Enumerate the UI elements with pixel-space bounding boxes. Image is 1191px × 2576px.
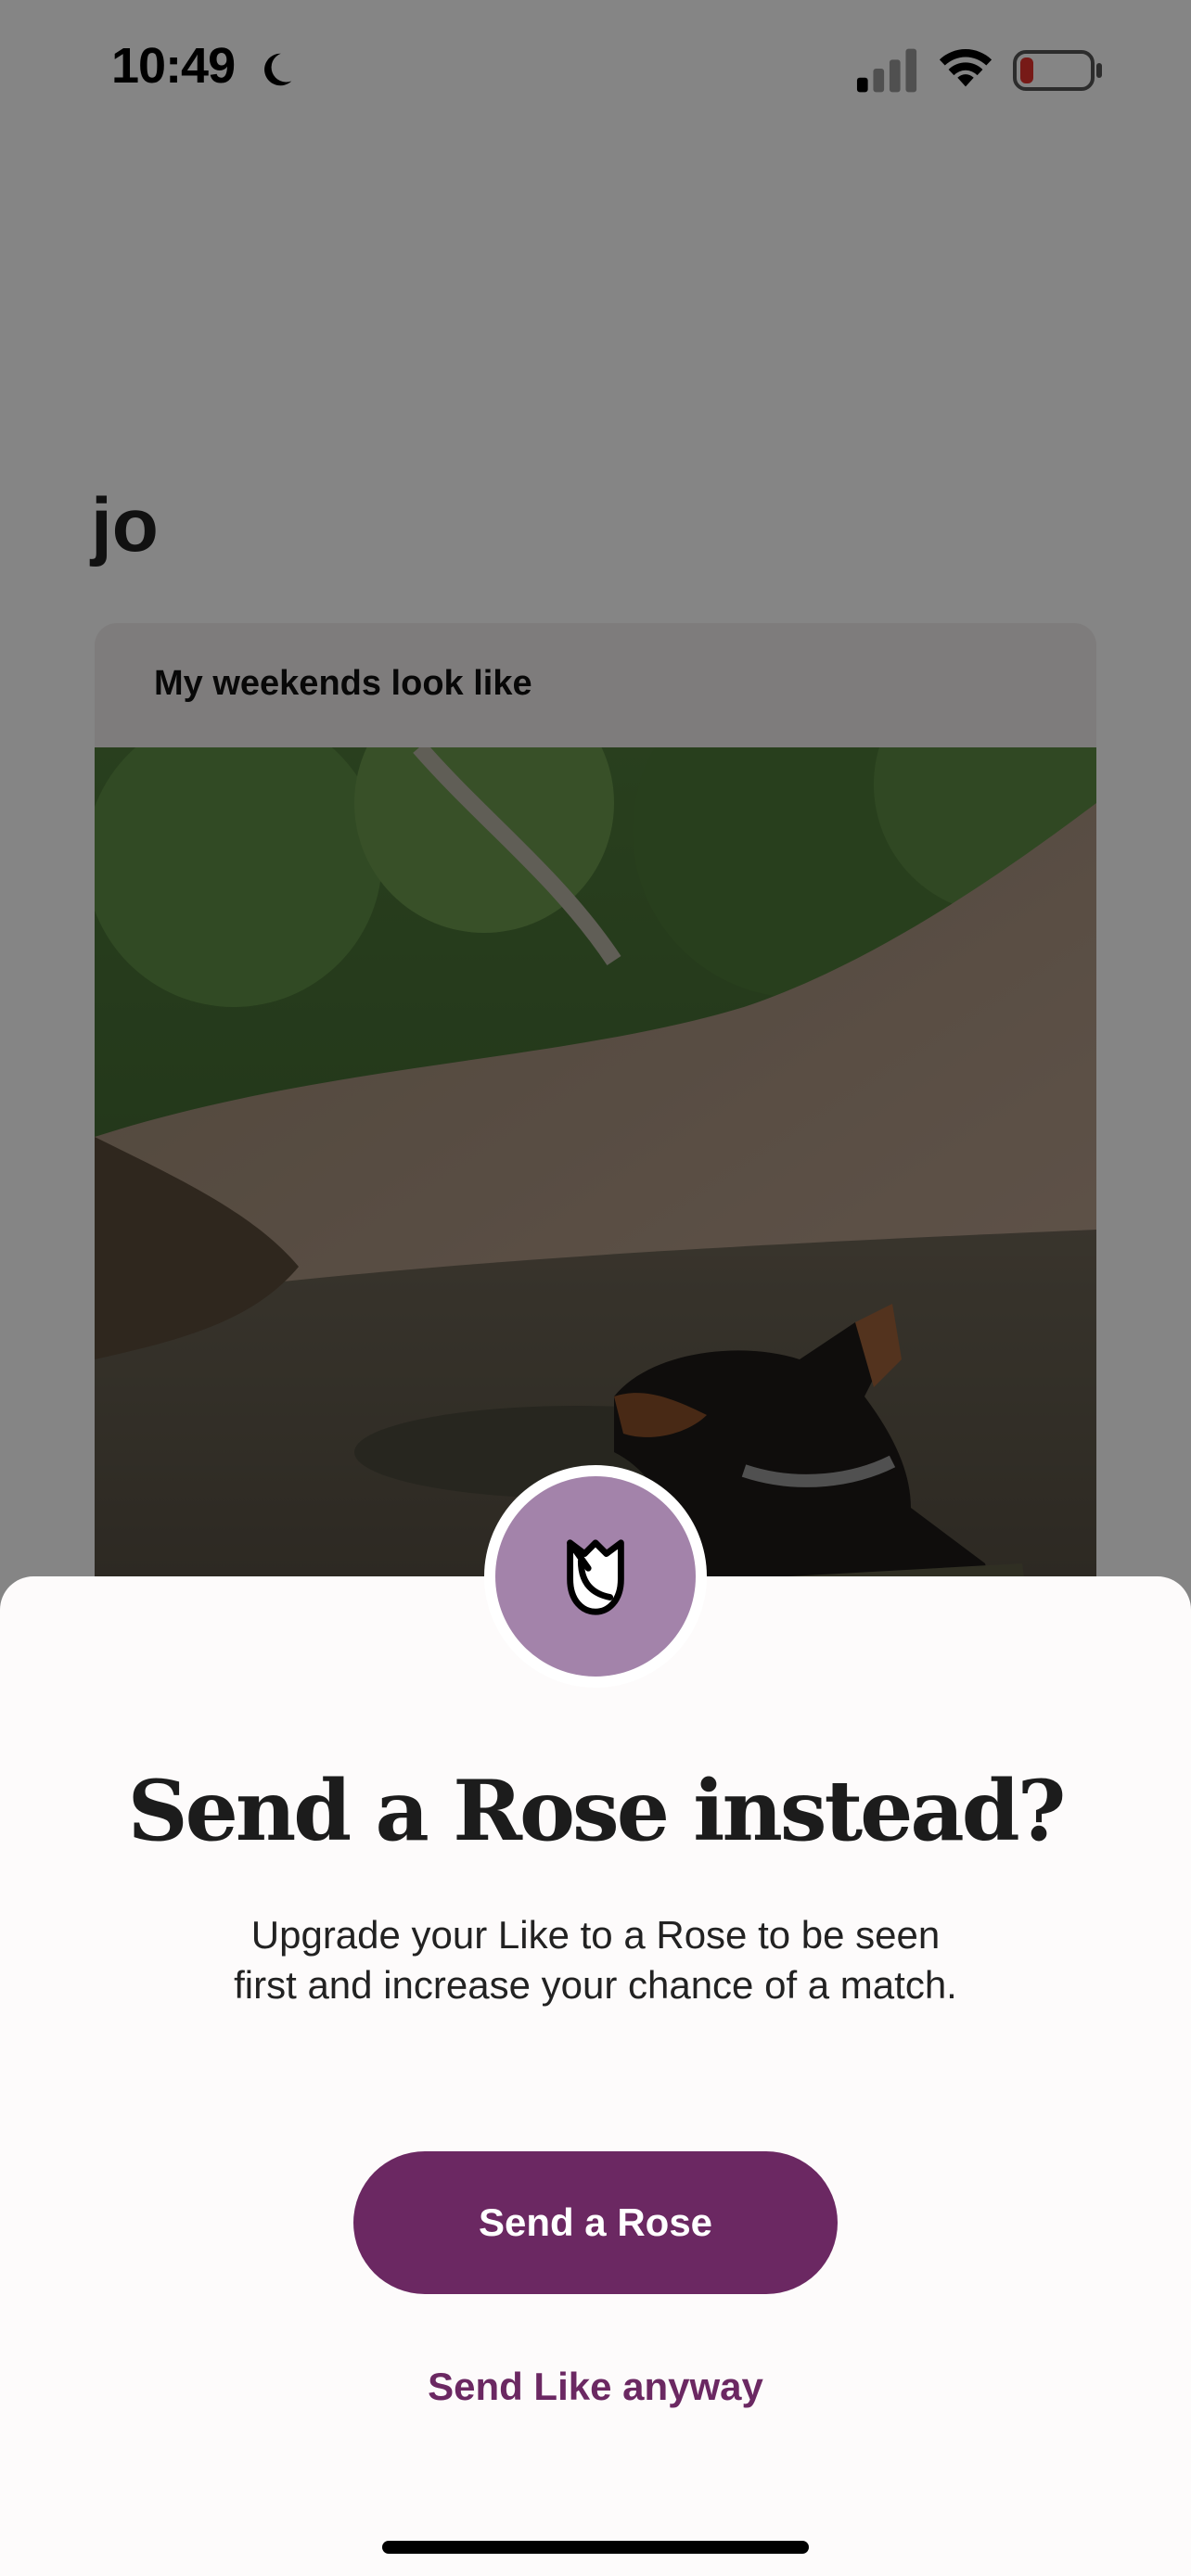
rose-icon [567,1539,624,1615]
screen: 10:49 jo My weekends look like Send a Ro… [0,0,1191,2576]
sheet-description: Upgrade your Like to a Rose to be seen f… [234,1913,957,2007]
rose-badge [484,1465,707,1688]
send-rose-button[interactable]: Send a Rose [353,2151,838,2294]
send-like-anyway-link[interactable]: Send Like anyway [0,2365,1191,2409]
rose-badge-circle [495,1476,696,1677]
sheet-title: Send a Rose instead? [127,1762,1067,1860]
send-rose-sheet: Send a Rose instead? Upgrade your Like t… [0,1465,1191,2576]
home-indicator[interactable] [382,2541,809,2554]
